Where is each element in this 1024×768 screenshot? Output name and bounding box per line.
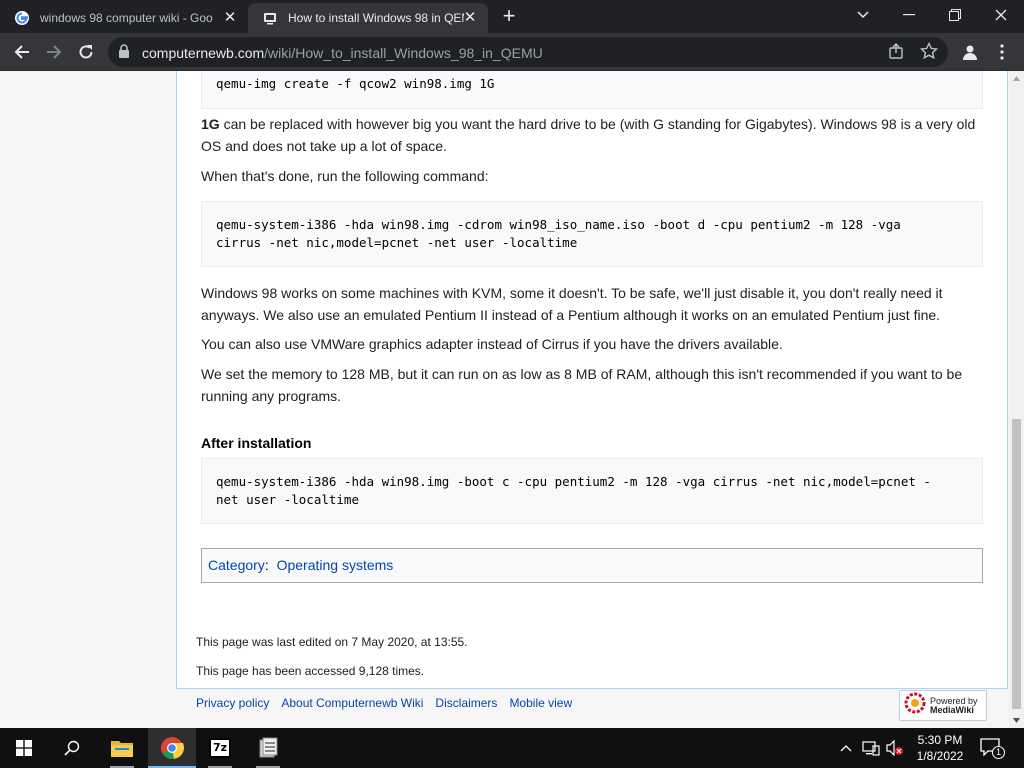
start-icon[interactable] — [0, 728, 48, 768]
bookmark-star-icon[interactable] — [919, 41, 939, 65]
scrollbar-thumb[interactable] — [1012, 419, 1021, 709]
clock-date: 1/8/2022 — [916, 749, 964, 763]
restore-icon[interactable] — [932, 0, 978, 30]
footer-link-privacy[interactable]: Privacy policy — [196, 696, 269, 710]
tab-title: windows 98 computer wiki - Goo — [40, 11, 213, 25]
footer-link-about[interactable]: About Computernewb Wiki — [281, 696, 423, 710]
powered-by-line2: MediaWiki — [930, 704, 974, 715]
wiki-favicon-icon — [262, 10, 278, 26]
paragraph-memory: We set the memory to 128 MB, but it can … — [201, 366, 963, 404]
code-block-install[interactable]: qemu-system-i386 -hda win98.img -cdrom w… — [201, 201, 983, 267]
close-tab-icon[interactable]: ✕ — [462, 10, 478, 26]
tab-search-icon[interactable] — [840, 0, 886, 30]
google-icon — [14, 10, 30, 26]
file-explorer-icon[interactable] — [98, 728, 146, 768]
reload-icon[interactable] — [72, 38, 100, 66]
powered-by-mediawiki-badge[interactable]: Powered by MediaWiki — [899, 690, 987, 721]
tab-title: How to install Windows 98 in QEMU — [288, 11, 464, 25]
footer-last-edited: This page was last edited on 7 May 2020,… — [196, 635, 468, 649]
show-hidden-icons-icon[interactable] — [840, 740, 852, 756]
paragraph-disk-size: 1G can be replaced with however big you … — [201, 116, 976, 154]
footer-links: Privacy policy About Computernewb Wiki D… — [196, 696, 572, 710]
url-text[interactable]: computernewb.com/wiki/How_to_install_Win… — [142, 45, 543, 61]
minimize-icon[interactable] — [886, 0, 932, 30]
category-links: Category: Operating systems — [201, 548, 983, 583]
windows-taskbar: 7z 5:30 PM 1/8/2022 1 — [0, 728, 1024, 768]
tab-strip: windows 98 computer wiki - Goo ✕ How to … — [0, 0, 1024, 33]
chrome-icon[interactable] — [148, 728, 196, 768]
forward-icon[interactable] — [40, 38, 68, 66]
mediawiki-logo-icon — [904, 692, 926, 719]
action-center-icon[interactable]: 1 — [980, 738, 1006, 759]
7zip-icon[interactable]: 7z — [196, 728, 244, 768]
new-tab-icon[interactable]: + — [499, 5, 519, 27]
vertical-scrollbar[interactable] — [1009, 71, 1024, 728]
scroll-down-icon[interactable] — [1009, 713, 1024, 728]
address-bar[interactable]: computernewb.com/wiki/How_to_install_Win… — [108, 37, 948, 67]
category-separator: : — [264, 557, 273, 573]
category-label-link[interactable]: Category — [208, 557, 265, 573]
page-viewport: qemu-img create -f qcow2 win98.img 1G 1G… — [0, 71, 1024, 728]
notification-count-badge: 1 — [992, 746, 1005, 759]
scroll-up-icon[interactable] — [1009, 71, 1024, 86]
system-clock[interactable]: 5:30 PM 1/8/2022 — [910, 732, 970, 764]
volume-muted-icon[interactable] — [886, 740, 904, 756]
paragraph-kvm: Windows 98 works on some machines with K… — [201, 285, 943, 323]
clock-time: 5:30 PM — [917, 733, 963, 747]
kebab-menu-icon[interactable] — [988, 38, 1016, 66]
close-tab-icon[interactable]: ✕ — [222, 10, 238, 26]
profile-icon[interactable] — [956, 38, 984, 66]
paragraph-vmware: You can also use VMWare graphics adapter… — [201, 336, 783, 352]
footer-link-mobile-view[interactable]: Mobile view — [509, 696, 572, 710]
search-icon[interactable] — [48, 728, 96, 768]
share-icon[interactable] — [888, 43, 904, 64]
app-icon[interactable] — [244, 728, 292, 768]
back-icon[interactable] — [8, 38, 36, 66]
7zip-label: 7z — [209, 738, 231, 758]
heading-after-installation: After installation — [201, 435, 312, 451]
footer-accessed: This page has been accessed 9,128 times. — [196, 664, 425, 678]
code-block-after-install[interactable]: qemu-system-i386 -hda win98.img -boot c … — [201, 458, 983, 524]
paragraph-run-command: When that's done, run the following comm… — [201, 168, 489, 184]
tab-active-wiki[interactable]: How to install Windows 98 in QEMU ✕ — [248, 3, 488, 33]
browser-toolbar: computernewb.com/wiki/How_to_install_Win… — [0, 33, 1024, 71]
footer-link-disclaimers[interactable]: Disclaimers — [435, 696, 497, 710]
lock-icon[interactable] — [118, 44, 130, 63]
close-window-icon[interactable] — [978, 0, 1024, 30]
article-content: qemu-img create -f qcow2 win98.img 1G 1G… — [176, 71, 1008, 689]
tab-google-search[interactable]: windows 98 computer wiki - Goo ✕ — [0, 3, 248, 33]
code-block-qemu-img[interactable]: qemu-img create -f qcow2 win98.img 1G — [201, 71, 983, 109]
network-icon[interactable] — [862, 740, 880, 756]
category-operating-systems-link[interactable]: Operating systems — [277, 557, 394, 573]
